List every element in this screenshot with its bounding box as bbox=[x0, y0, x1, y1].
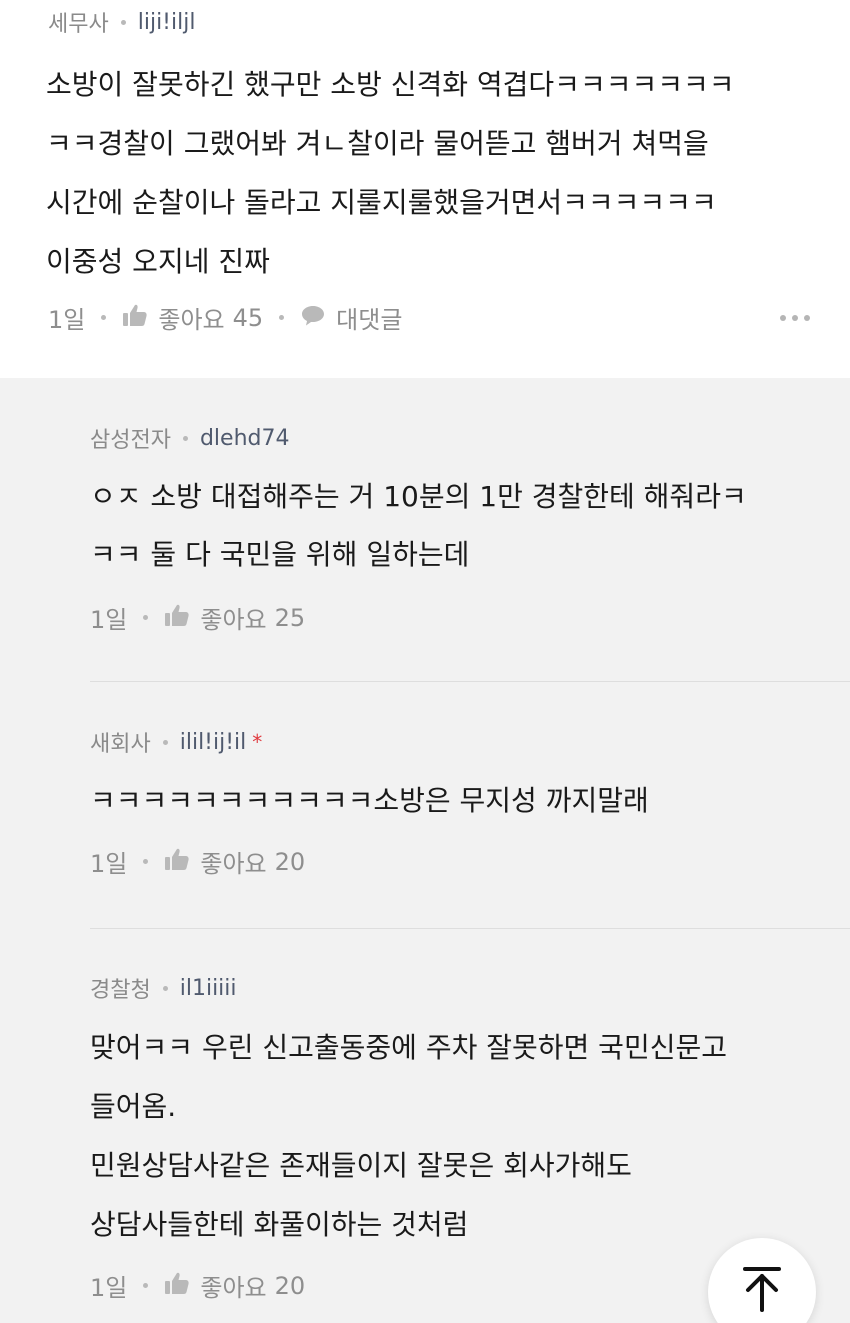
like-count: 25 bbox=[274, 603, 306, 632]
like-button[interactable]: 좋아요 20 bbox=[164, 1268, 305, 1303]
reply-time: 1일 bbox=[90, 606, 128, 634]
reply-line: ㅋㅋㅋㅋㅋㅋㅋㅋㅋㅋㅋ소방은 무지성 까지말래 bbox=[90, 784, 649, 817]
like-label: 좋아요 bbox=[158, 306, 225, 334]
like-label: 좋아요 bbox=[200, 850, 267, 878]
reply-body: 맞어ㅋㅋ 우린 신고출동중에 주차 잘못하면 국민신문고 들어옴. 민원상담사같… bbox=[90, 1018, 830, 1254]
reply-line: 민원상담사같은 존재들이지 잘못은 회사가해도 bbox=[90, 1149, 632, 1182]
comment-time: 1일 bbox=[48, 306, 86, 334]
comment-line: 이중성 오지네 진짜 bbox=[46, 245, 270, 278]
like-button[interactable]: 좋아요 20 bbox=[164, 844, 305, 879]
reply-meta: 경찰청 il1iiiii bbox=[90, 972, 830, 1004]
reply-item: 경찰청 il1iiiii 맞어ㅋㅋ 우린 신고출동중에 주차 잘못하면 국민신문… bbox=[90, 972, 830, 1303]
reply-item: 삼성전자 dlehd74 ㅇㅈ 소방 대접해주는 거 10분의 1만 경찰한테 … bbox=[90, 422, 830, 635]
nickname-link[interactable]: liji!iljl bbox=[138, 10, 196, 35]
reply-label: 대댓글 bbox=[336, 306, 403, 334]
separator-dot bbox=[182, 435, 188, 441]
comment-line: 시간에 순찰이나 돌라고 지룰지룰했을거면서ㅋㅋㅋㅋㅋㅋ bbox=[46, 186, 717, 219]
reply-time: 1일 bbox=[90, 850, 128, 878]
nickname-link[interactable]: il1iiiii bbox=[180, 976, 237, 1001]
like-count: 20 bbox=[274, 1271, 306, 1300]
company-name: 새회사 bbox=[90, 732, 151, 757]
replies-section: 삼성전자 dlehd74 ㅇㅈ 소방 대접해주는 거 10분의 1만 경찰한테 … bbox=[0, 378, 850, 1323]
reply-line: 상담사들한테 화풀이하는 것처럼 bbox=[90, 1208, 469, 1241]
separator-dot bbox=[101, 315, 107, 320]
thumbs-up-icon bbox=[122, 303, 148, 333]
like-button[interactable]: 좋아요 45 bbox=[122, 300, 263, 335]
more-dot bbox=[792, 315, 798, 321]
thumbs-up-icon bbox=[164, 847, 190, 877]
top-comment: 세무사 liji!iljl 소방이 잘못하긴 했구만 소방 신격화 역겹다ㅋㅋㅋ… bbox=[0, 0, 850, 378]
reply-item: 새회사 ilil!ij!il * ㅋㅋㅋㅋㅋㅋㅋㅋㅋㅋㅋ소방은 무지성 까지말래… bbox=[90, 726, 830, 879]
reply-time: 1일 bbox=[90, 1274, 128, 1302]
separator-dot bbox=[143, 1283, 149, 1288]
thumbs-up-icon bbox=[164, 603, 190, 633]
reply-divider bbox=[90, 928, 850, 929]
comment-actions: 1일 좋아요 45 대댓글 bbox=[48, 300, 402, 335]
separator-dot bbox=[143, 859, 149, 864]
comment-line: 소방이 잘못하긴 했구만 소방 신격화 역겹다ㅋㅋㅋㅋㅋㅋㅋ bbox=[46, 68, 735, 101]
reply-actions: 1일 좋아요 20 bbox=[90, 844, 830, 879]
separator-dot bbox=[120, 19, 126, 25]
reply-meta: 삼성전자 dlehd74 bbox=[90, 422, 830, 454]
separator-dot bbox=[162, 739, 168, 745]
more-dot bbox=[780, 315, 786, 321]
reply-body: ㅇㅈ 소방 대접해주는 거 10분의 1만 경찰한테 해줘라ㅋ ㅋㅋ 둘 다 국… bbox=[90, 468, 830, 584]
more-dots-icon[interactable] bbox=[780, 315, 810, 321]
reply-button[interactable]: 대댓글 bbox=[300, 300, 402, 335]
reply-body: ㅋㅋㅋㅋㅋㅋㅋㅋㅋㅋㅋ소방은 무지성 까지말래 bbox=[90, 772, 830, 830]
reply-divider bbox=[90, 681, 850, 682]
company-name: 세무사 bbox=[48, 12, 109, 37]
reply-line: 들어옴. bbox=[90, 1090, 177, 1123]
arrow-up-to-top-icon bbox=[742, 1266, 782, 1316]
reply-line: ㅋㅋ 둘 다 국민을 위해 일하는데 bbox=[90, 538, 470, 571]
like-button[interactable]: 좋아요 25 bbox=[164, 600, 305, 635]
separator-dot bbox=[162, 985, 168, 991]
comment-body: 소방이 잘못하긴 했구만 소방 신격화 역겹다ㅋㅋㅋㅋㅋㅋㅋ ㅋㅋ경찰이 그랬어… bbox=[46, 55, 816, 291]
author-flag-marker: * bbox=[252, 730, 263, 754]
thumbs-up-icon bbox=[164, 1271, 190, 1301]
reply-actions: 1일 좋아요 25 bbox=[90, 600, 830, 635]
more-dot bbox=[804, 315, 810, 321]
speech-bubble-icon bbox=[300, 303, 326, 333]
reply-line: ㅇㅈ 소방 대접해주는 거 10분의 1만 경찰한테 해줘라ㅋ bbox=[90, 480, 747, 513]
reply-meta: 새회사 ilil!ij!il * bbox=[90, 726, 830, 758]
comment-meta: 세무사 liji!iljl bbox=[48, 6, 195, 38]
comment-thread: 세무사 liji!iljl 소방이 잘못하긴 했구만 소방 신격화 역겹다ㅋㅋㅋ… bbox=[0, 0, 850, 1323]
nickname-link[interactable]: ilil!ij!il bbox=[180, 730, 247, 755]
like-label: 좋아요 bbox=[200, 1274, 267, 1302]
comment-line: ㅋㅋ경찰이 그랬어봐 겨ㄴ찰이라 물어뜯고 햄버거 쳐먹을 bbox=[46, 127, 709, 160]
like-label: 좋아요 bbox=[200, 606, 267, 634]
company-name: 경찰청 bbox=[90, 978, 151, 1003]
separator-dot bbox=[279, 315, 285, 320]
reply-line: 맞어ㅋㅋ 우린 신고출동중에 주차 잘못하면 국민신문고 bbox=[90, 1031, 727, 1064]
like-count: 45 bbox=[232, 303, 264, 332]
separator-dot bbox=[143, 615, 149, 620]
like-count: 20 bbox=[274, 847, 306, 876]
nickname-link[interactable]: dlehd74 bbox=[200, 426, 290, 451]
company-name: 삼성전자 bbox=[90, 428, 171, 453]
